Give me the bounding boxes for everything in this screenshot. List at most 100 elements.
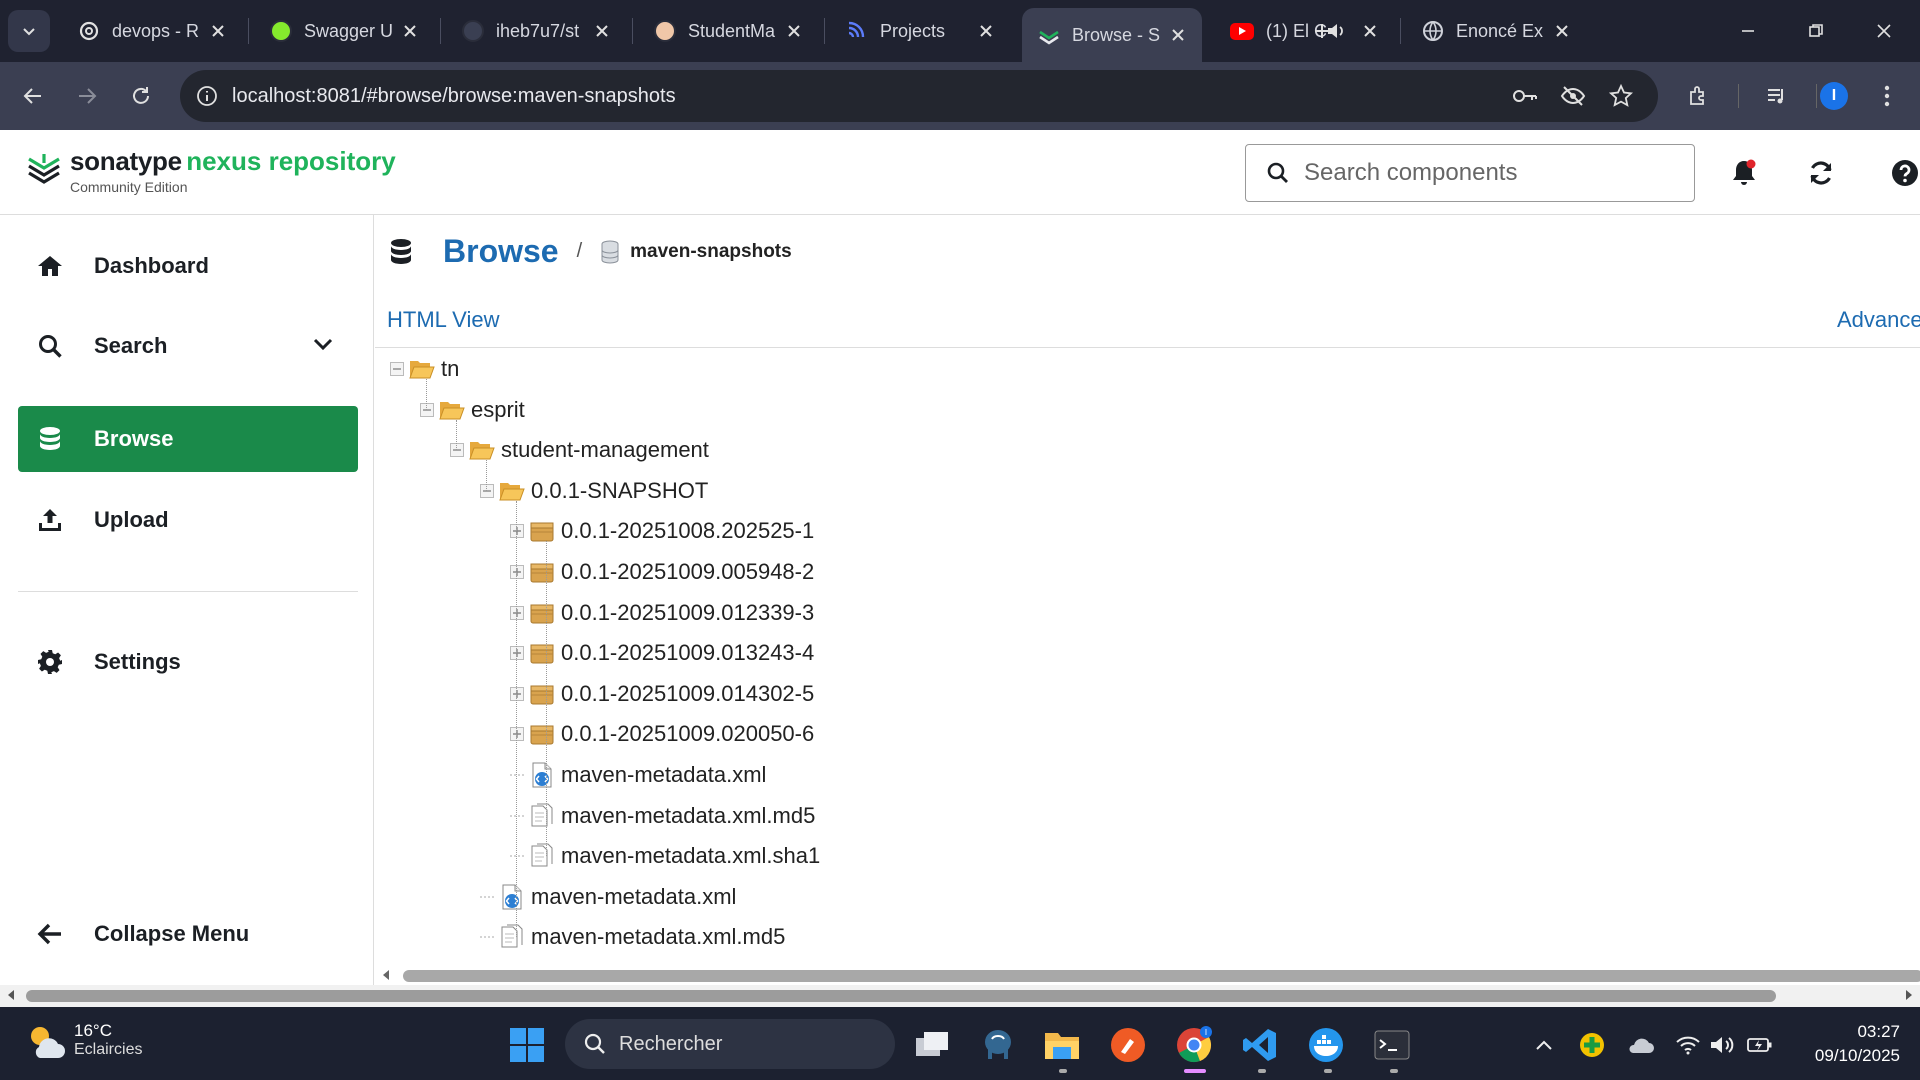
collapse-node-icon[interactable] [389,361,405,377]
close-tab-icon[interactable] [1358,19,1382,43]
tree-node[interactable]: 0.0.1-20251009.005948-2 [509,552,814,592]
expand-node-icon[interactable] [509,726,525,742]
tree-node[interactable]: maven-metadata.xml.md5 [479,917,785,957]
close-tab-icon[interactable] [398,19,422,43]
html-view-link[interactable]: HTML View [387,307,499,333]
search-icon [36,332,64,360]
page-title[interactable]: Browse [443,233,559,270]
forward-button[interactable] [70,79,104,113]
close-tab-icon[interactable] [590,19,614,43]
site-info-icon[interactable] [196,85,218,107]
postman-icon[interactable] [1106,1023,1150,1067]
restore-button[interactable] [1794,12,1838,50]
tree-node[interactable]: 0.0.1-20251009.012339-3 [509,593,814,633]
page-horizontal-scrollbar[interactable] [0,985,1920,1007]
terminal-icon[interactable] [1370,1023,1414,1067]
eye-slash-icon[interactable] [1560,83,1586,109]
tree-node[interactable]: 0.0.1-20251009.014302-5 [509,674,814,714]
expand-node-icon[interactable] [509,645,525,661]
refresh-icon[interactable] [1804,156,1838,190]
chevron-down-icon[interactable] [312,333,334,361]
browser-tab[interactable]: StudentMa [638,8,818,54]
tree-horizontal-scrollbar[interactable] [375,965,1920,985]
close-window-button[interactable] [1862,12,1906,50]
collapse-node-icon[interactable] [419,402,435,418]
tree-node[interactable]: 0.0.1-20251009.020050-6 [509,714,814,754]
sidebar-item-settings[interactable]: Settings [18,629,358,695]
tree-node[interactable]: tn [389,349,459,389]
close-tab-icon[interactable] [1166,23,1190,47]
wifi-icon[interactable] [1674,1031,1702,1059]
media-control-icon[interactable] [1760,79,1794,113]
search-components-box[interactable] [1245,144,1695,202]
battery-charging-icon[interactable] [1746,1031,1774,1059]
swagger-icon [270,20,292,42]
tree-node[interactable]: maven-metadata.xml.md5 [509,796,815,836]
scroll-left-icon[interactable] [379,968,393,982]
expand-node-icon[interactable] [509,523,525,539]
notifications-bell-icon[interactable] [1727,156,1761,190]
password-key-icon[interactable] [1512,83,1538,109]
sidebar-item-search[interactable]: Search [18,313,358,379]
postgres-icon[interactable] [976,1023,1020,1067]
expand-node-icon[interactable] [509,686,525,702]
bookmark-star-icon[interactable] [1608,83,1634,109]
tree-node[interactable]: maven-metadata.xml [509,755,766,795]
back-button[interactable] [16,79,50,113]
tree-node[interactable]: 0.0.1-SNAPSHOT [479,471,708,511]
nexus-logo[interactable]: sonatype nexus repository Community Edit… [26,146,396,195]
scroll-left-icon[interactable] [4,988,18,1002]
minimize-button[interactable] [1726,12,1770,50]
vscode-icon[interactable] [1238,1023,1282,1067]
close-tab-icon[interactable] [782,19,806,43]
collapse-node-icon[interactable] [479,483,495,499]
expand-node-icon[interactable] [509,605,525,621]
help-icon[interactable] [1888,156,1920,190]
taskbar-search[interactable]: Rechercher [565,1019,895,1069]
reload-button[interactable] [124,79,158,113]
tab-search-dropdown[interactable] [8,10,50,52]
tree-node[interactable]: esprit [419,390,525,430]
browser-tab[interactable]: Projects [830,8,1010,54]
onedrive-cloud-icon[interactable] [1626,1031,1654,1059]
weather-widget[interactable]: 16°C Eclaircies [26,1021,142,1059]
tree-node[interactable]: 0.0.1-20251009.013243-4 [509,633,814,673]
close-tab-icon[interactable] [206,19,230,43]
close-tab-icon[interactable] [1550,19,1574,43]
search-components-input[interactable] [1304,159,1684,187]
collapse-menu-button[interactable]: Collapse Menu [18,901,358,967]
windows-start-icon[interactable] [505,1023,549,1067]
browser-tab[interactable]: Swagger U [254,8,434,54]
browser-tab[interactable]: Browse - S [1022,8,1202,62]
sidebar-item-upload[interactable]: Upload [18,487,358,553]
task-view-icon[interactable] [910,1023,954,1067]
scrollbar-thumb[interactable] [26,990,1776,1002]
extensions-icon[interactable] [1682,79,1716,113]
address-bar[interactable]: localhost:8081/#browse/browse:maven-snap… [180,70,1658,122]
kebab-menu-icon[interactable] [1870,79,1904,113]
tray-overflow-chevron-icon[interactable] [1530,1031,1558,1059]
scrollbar-thumb[interactable] [403,970,1920,982]
tree-node[interactable]: maven-metadata.xml [479,877,736,917]
tray-app-icon[interactable] [1578,1031,1606,1059]
tree-node[interactable]: 0.0.1-20251008.202525-1 [509,511,814,551]
new-tab-button[interactable] [1300,12,1344,50]
browser-tab[interactable]: iheb7u7/st [446,8,626,54]
close-tab-icon[interactable] [974,19,998,43]
volume-icon[interactable] [1708,1031,1736,1059]
system-clock[interactable]: 03:27 09/10/2025 [1785,1020,1900,1068]
browser-tab[interactable]: Enoncé Ex [1406,8,1586,54]
advanced-search-link[interactable]: Advanced [1837,307,1920,333]
expand-node-icon[interactable] [509,564,525,580]
tree-node[interactable]: student-management [449,430,709,470]
sidebar-item-browse[interactable]: Browse [18,406,358,472]
sidebar-item-dashboard[interactable]: Dashboard [18,233,358,299]
chrome-icon[interactable]: I [1172,1023,1216,1067]
tree-node[interactable]: maven-metadata.xml.sha1 [509,836,820,876]
collapse-node-icon[interactable] [449,442,465,458]
file-explorer-icon[interactable] [1040,1023,1084,1067]
browser-tab[interactable]: devops - R [62,8,242,54]
profile-avatar[interactable]: I [1820,82,1848,110]
docker-icon[interactable] [1304,1023,1348,1067]
scroll-right-icon[interactable] [1902,988,1916,1002]
